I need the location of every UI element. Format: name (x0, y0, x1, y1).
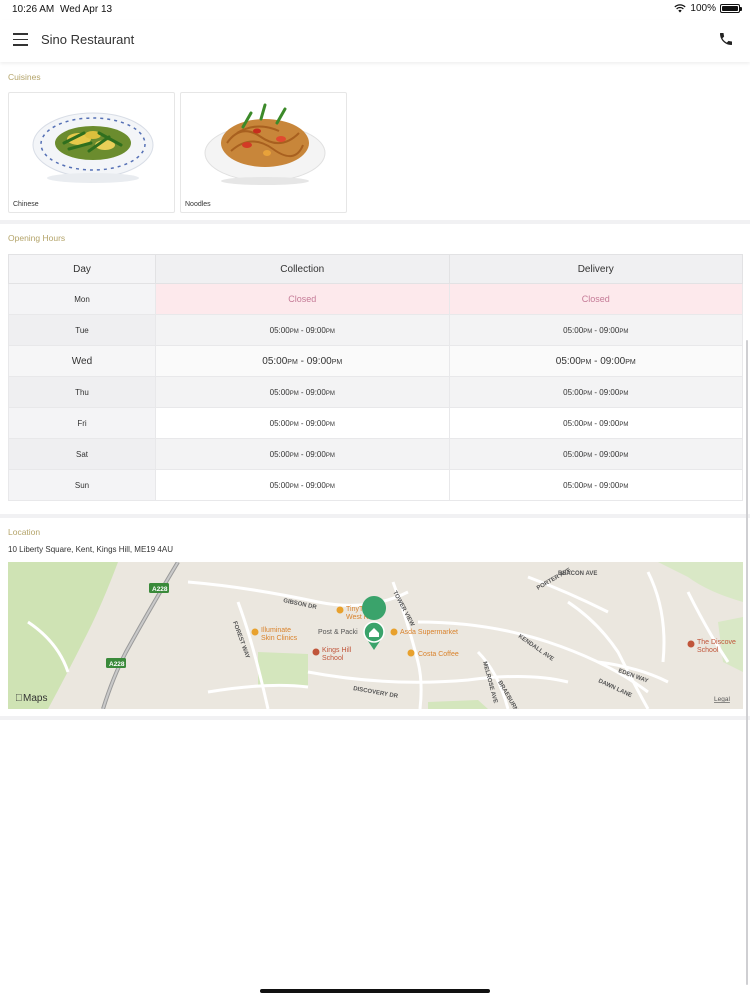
scrollbar[interactable] (746, 340, 748, 985)
svg-text:Asda Supermarket: Asda Supermarket (400, 629, 458, 636)
delivery-hours: 05:00PM - 09:00PM (448, 376, 743, 408)
table-header-row: Day Collection Delivery (8, 254, 743, 284)
collection-hours: 05:00PM - 09:00PM (155, 469, 450, 501)
table-row: Tue 05:00PM - 09:00PM 05:00PM - 09:00PM (8, 314, 743, 346)
delivery-hours: 05:00PM - 09:00PM (448, 469, 743, 501)
collection-closed: Closed (155, 283, 450, 315)
header-day: Day (8, 254, 156, 284)
battery-percent: 100% (690, 3, 716, 14)
collection-hours: 05:00PM - 09:00PM (155, 345, 450, 377)
table-row: Sat 05:00PM - 09:00PM 05:00PM - 09:00PM (8, 438, 743, 470)
table-row: Mon Closed Closed (8, 283, 743, 315)
chinese-dish-image (32, 112, 154, 183)
svg-text:Legal: Legal (714, 696, 730, 703)
opening-hours-table: Day Collection Delivery Mon Closed Close… (8, 254, 743, 501)
status-right: 100% (674, 3, 742, 14)
section-divider (0, 514, 750, 518)
day-cell: Sat (8, 438, 156, 470)
delivery-hours: 05:00PM - 09:00PM (448, 314, 743, 346)
maps-brand: Maps (23, 693, 47, 704)
collection-hours: 05:00PM - 09:00PM (155, 438, 450, 470)
svg-text:Illuminate: Illuminate (261, 627, 291, 634)
svg-text:Skin Clinics: Skin Clinics (261, 635, 298, 642)
day-cell: Thu (8, 376, 156, 408)
table-row: Wed 05:00PM - 09:00PM 05:00PM - 09:00PM (8, 345, 743, 377)
svg-text:School: School (322, 655, 344, 662)
table-row: Fri 05:00PM - 09:00PM 05:00PM - 09:00PM (8, 407, 743, 439)
battery-icon (720, 4, 742, 13)
table-row: Sun 05:00PM - 09:00PM 05:00PM - 09:00PM (8, 469, 743, 501)
day-cell: Fri (8, 407, 156, 439)
day-cell: Wed (8, 345, 156, 377)
section-divider (0, 716, 750, 720)
header-collection: Collection (155, 254, 450, 284)
status-time: 10:26 AM (12, 4, 55, 15)
collection-hours: 05:00PM - 09:00PM (155, 376, 450, 408)
cuisine-label: Noodles (185, 201, 211, 208)
location-section-label: Location (8, 527, 41, 537)
day-cell: Tue (8, 314, 156, 346)
wifi-icon (674, 4, 687, 13)
day-cell: Mon (8, 283, 156, 315)
address-text: 10 Liberty Square, Kent, Kings Hill, ME1… (8, 545, 173, 554)
svg-text::  (15, 693, 23, 704)
page-title: Sino Restaurant (41, 32, 135, 47)
header-delivery: Delivery (448, 254, 743, 284)
home-indicator[interactable] (260, 989, 490, 993)
cuisine-card-chinese[interactable]: Chinese (8, 92, 175, 213)
cuisines-section-label: Cuisines (8, 72, 41, 82)
svg-text:Post & Packi: Post & Packi (318, 629, 358, 636)
svg-text:Costa Coffee: Costa Coffee (418, 651, 459, 658)
svg-text:A228: A228 (109, 661, 125, 668)
svg-text:A228: A228 (152, 586, 168, 593)
section-divider (0, 220, 750, 224)
opening-hours-section-label: Opening Hours (8, 233, 66, 243)
svg-text:Kings Hill: Kings Hill (322, 647, 352, 654)
delivery-hours: 05:00PM - 09:00PM (448, 407, 743, 439)
day-cell: Sun (8, 469, 156, 501)
location-map[interactable]: GIBSON DR TOWER VIEW FOREST WAY DISCOVER… (8, 562, 743, 709)
delivery-hours: 05:00PM - 09:00PM (448, 345, 743, 377)
svg-text:The Discove: The Discove (697, 639, 736, 646)
cuisine-card-noodles[interactable]: Noodles (180, 92, 347, 213)
status-bar: 10:26 AM Wed Apr 13 100% (0, 0, 750, 20)
hamburger-menu-icon[interactable] (13, 33, 28, 46)
table-row: Thu 05:00PM - 09:00PM 05:00PM - 09:00PM (8, 376, 743, 408)
phone-icon[interactable] (718, 31, 734, 47)
collection-hours: 05:00PM - 09:00PM (155, 407, 450, 439)
noodles-dish-image (204, 103, 326, 185)
svg-text:School: School (697, 647, 719, 654)
svg-text:BEACON AVE: BEACON AVE (558, 571, 597, 577)
delivery-closed: Closed (448, 283, 743, 315)
cuisine-label: Chinese (13, 201, 39, 208)
status-date: Wed Apr 13 (60, 4, 113, 15)
delivery-hours: 05:00PM - 09:00PM (448, 438, 743, 470)
navigation-bar: Sino Restaurant (0, 20, 750, 62)
collection-hours: 05:00PM - 09:00PM (155, 314, 450, 346)
